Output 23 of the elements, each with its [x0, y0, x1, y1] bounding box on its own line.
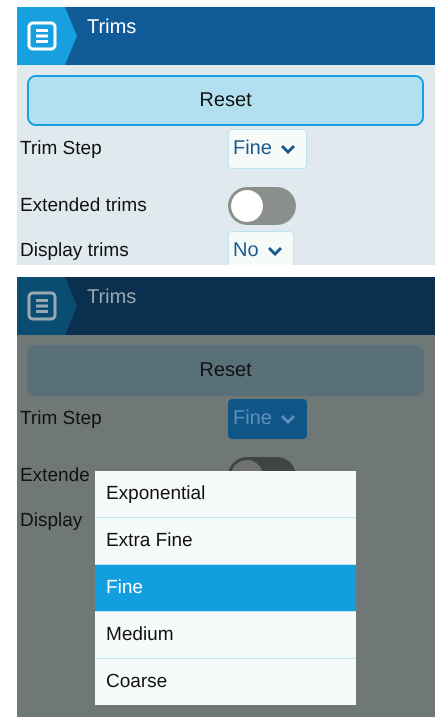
setting-label: Trim Step: [20, 138, 103, 160]
reset-button[interactable]: Reset: [27, 75, 424, 126]
screen-title: Trims: [87, 16, 136, 39]
dropdown[interactable]: Fine: [228, 128, 307, 168]
dropdown[interactable]: No: [228, 230, 294, 265]
menu-option[interactable]: Exponential: [95, 471, 356, 518]
menu-button[interactable]: [17, 7, 77, 65]
setting-label: Display trims: [20, 240, 130, 262]
menu-button[interactable]: [17, 277, 77, 335]
setting-label: Extended trims: [20, 194, 148, 216]
reset-button[interactable]: Reset: [27, 345, 424, 396]
menu-icon: [27, 291, 57, 321]
screen-title: Trims: [87, 286, 136, 309]
caret-icon: [280, 414, 296, 424]
menu-option[interactable]: Medium: [95, 612, 356, 659]
setting-label: Extende: [20, 464, 91, 486]
caret-icon: [280, 144, 296, 154]
menu-icon: [27, 21, 57, 51]
toggle-switch[interactable]: [228, 186, 296, 224]
setting-label: Display: [20, 510, 84, 532]
caret-icon: [266, 246, 283, 256]
menu-option[interactable]: Coarse: [95, 659, 356, 705]
setting-label: Trim Step: [20, 408, 103, 430]
